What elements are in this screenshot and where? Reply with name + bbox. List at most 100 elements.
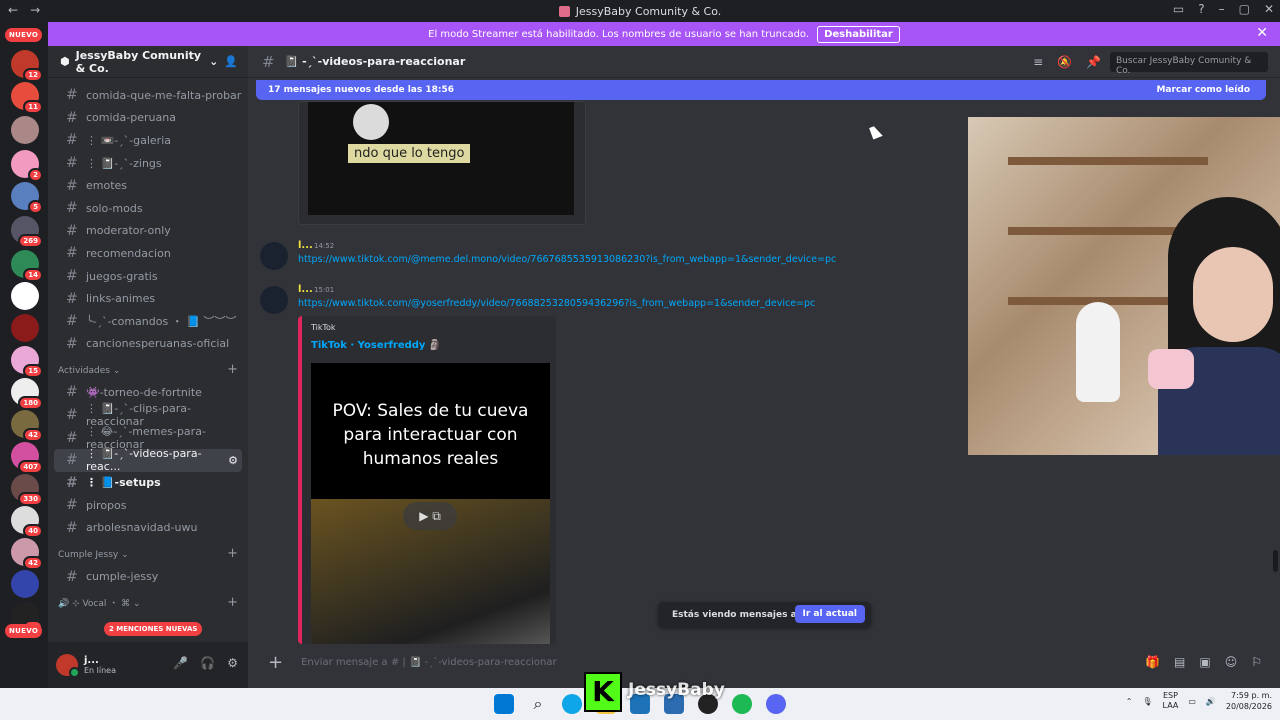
category-cumple[interactable]: Cumple Jessy ⌄ + [48,539,248,565]
network-icon[interactable]: ▭ [1188,697,1196,706]
headphones-icon[interactable]: 🎧 [200,656,215,670]
microphone-tray-icon[interactable]: 🎙 [1142,697,1152,706]
embed-title[interactable]: TikTok · Yoserfreddy 🗿 [311,340,441,351]
play-icon[interactable] [353,104,389,140]
scrollbar[interactable] [1273,550,1278,572]
help-icon[interactable]: ? [1198,2,1204,16]
gif-icon[interactable]: ▤ [1174,655,1185,669]
channel-item[interactable]: # comida-que-me-falta-probar [54,84,242,107]
avatar[interactable] [260,286,288,314]
search-input[interactable]: Buscar JessyBaby Comunity & Co. [1110,52,1268,76]
jump-to-present-button[interactable]: Ir al actual [794,605,865,623]
category-actividades[interactable]: Actividades ⌄ + [48,355,248,381]
notifications-icon[interactable]: 🔕 [1057,55,1072,69]
server-icon[interactable]: 11 [11,82,43,114]
channel-item[interactable]: # ⋮ 📓-ˏˋ-zings [54,152,242,175]
message-link[interactable]: https://www.tiktok.com/@meme.del.mono/vi… [298,254,836,265]
message-link[interactable]: https://www.tiktok.com/@yoserfreddy/vide… [298,298,815,309]
clock-time[interactable]: 7:59 p. m. [1231,691,1272,700]
channel-item[interactable]: # links-animes [54,287,242,310]
channel-item[interactable]: # comida-peruana [54,107,242,130]
volume-icon[interactable]: 🔊 [1206,697,1216,706]
add-attachment-icon[interactable]: + [268,652,283,673]
channel-item[interactable]: # ⋮ 📘-setups [54,472,242,495]
threads-icon[interactable]: ≡ [1033,55,1043,69]
message-input[interactable]: Enviar mensaje a # | 📓 -ˏˋ-videos-para-r… [301,657,557,668]
message-author[interactable]: l... [298,240,313,251]
channel-item[interactable]: # emotes [54,174,242,197]
settings-gear-icon[interactable]: ⚙ [227,656,238,670]
add-channel-icon[interactable]: + [227,595,238,610]
channel-item[interactable]: # moderator-only [54,220,242,243]
message-author[interactable]: l... [298,284,313,295]
avatar[interactable] [260,242,288,270]
chevron-up-icon[interactable]: ⌃ [1126,697,1133,706]
server-icon[interactable] [11,570,39,598]
gift-icon[interactable]: 🎁 [1145,655,1160,669]
minimize-icon[interactable]: – [1219,2,1225,16]
channel-item-selected[interactable]: # ⋮ 📓-ˏˋ-videos-para-reac... ⚙ [54,447,242,473]
server-icon[interactable]: 14 [11,250,43,282]
back-arrow-icon[interactable]: ← [8,3,18,17]
channel-item[interactable]: # piropos [54,494,242,517]
server-icon[interactable]: 12 [11,50,43,82]
mentions-badge[interactable]: 2 MENCIONES NUEVAS [104,622,203,636]
server-icon[interactable]: 330 [11,474,43,506]
pin-icon[interactable]: 📌 [1086,55,1101,69]
add-member-icon[interactable]: 👤 [224,55,238,68]
avatar[interactable] [56,654,80,678]
channel-item[interactable]: # arbolesnavidad-uwu [54,517,242,540]
nuevo-badge-bottom[interactable]: NUEVO [5,624,43,638]
sticker-icon[interactable]: ▣ [1199,655,1210,669]
spotify-icon[interactable] [732,694,752,714]
message-composer[interactable]: + Enviar mensaje a # | 📓 -ˏˋ-videos-para… [256,646,1270,678]
guild-header[interactable]: ⬢ JessyBaby Comunity & Co. ⌄ 👤 [48,46,248,78]
category-vocal[interactable]: 🔊 ⊹ Vocal ・ ⌘ ⌄ + [48,588,248,614]
new-messages-bar[interactable]: 17 mensajes nuevos desde las 18:56 Marca… [256,80,1266,100]
add-channel-icon[interactable]: + [227,546,238,561]
channel-item[interactable]: # solo-mods [54,197,242,220]
channel-item[interactable]: # juegos-gratis [54,265,242,288]
server-icon[interactable]: 40 [11,506,43,538]
server-icon[interactable]: 2 [11,150,43,182]
nav-arrows[interactable]: ← → [8,3,40,17]
channel-item[interactable]: # cancionesperuanas-oficial [54,333,242,356]
maximize-icon[interactable]: ▢ [1239,2,1250,16]
windows-start-icon[interactable] [494,694,514,714]
server-icon[interactable]: 407 [11,442,43,474]
channel-item[interactable]: # 👾-torneo-de-fortnite [54,381,242,404]
edge-icon[interactable] [562,694,582,714]
apps-icon[interactable]: ⚐ [1251,655,1262,669]
search-icon[interactable]: ⌕ [528,694,548,714]
forward-arrow-icon[interactable]: → [30,3,40,17]
server-icon[interactable]: 15 [11,346,43,378]
channel-item[interactable]: # cumple-jessy [54,565,242,588]
server-icon[interactable]: 5 [11,182,43,214]
server-icon[interactable] [11,282,39,310]
settings-gear-icon[interactable]: ⚙ [228,454,238,467]
channel-item[interactable]: # ⋮ 📼-ˏˋ-galeria [54,129,242,152]
emoji-icon[interactable]: ☺ [1225,655,1238,669]
play-icon[interactable]: ▶ ⧉ [403,502,457,530]
language-code[interactable]: ESP [1163,691,1178,700]
channel-item[interactable]: # ⋮ 📓-ˏˋ-clips-para-reaccionar [54,402,242,428]
add-channel-icon[interactable]: + [227,362,238,377]
server-icon[interactable]: 269 [11,216,43,248]
channel-item[interactable]: # ⋮ 😂-ˏˋ-memes-para-reaccionar [54,425,242,451]
server-icon[interactable] [11,314,39,342]
mark-read-button[interactable]: Marcar como leído [1156,85,1250,95]
disable-streamer-button[interactable]: Deshabilitar [817,25,900,43]
microphone-icon[interactable]: 🎤 [173,656,188,670]
server-icon[interactable] [11,116,39,144]
close-window-icon[interactable]: ✕ [1264,2,1274,16]
channel-item[interactable]: # recomendacion [54,242,242,265]
inbox-icon[interactable]: ▭ [1173,2,1184,16]
channel-item[interactable]: # ╰-ˏˋ-comandos ・ 📘 ︶︶︶ [54,310,242,333]
discord-icon[interactable] [766,694,786,714]
video-embed-top[interactable]: ndo que lo tengo [298,101,586,225]
nuevo-badge-top[interactable]: NUEVO [5,28,43,42]
embed-video[interactable]: POV: Sales de tu cueva para interactuar … [311,363,550,644]
close-banner-icon[interactable]: ✕ [1256,25,1268,41]
server-icon[interactable]: 42 [11,538,43,570]
server-icon[interactable]: 180 [11,378,43,410]
